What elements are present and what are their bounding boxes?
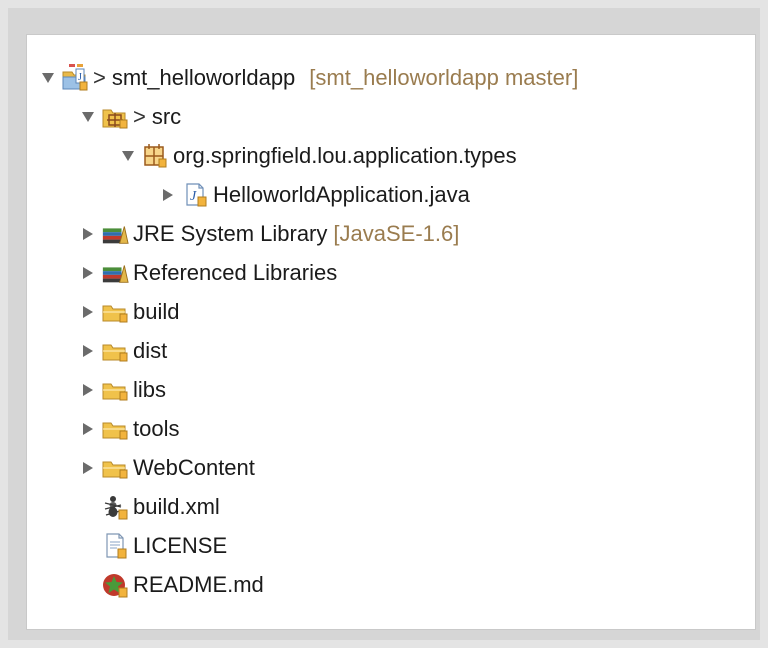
java-file-icon: J [181,182,209,208]
folder-name: libs [133,377,167,402]
chevron-right-icon[interactable] [159,186,177,204]
git-dirty-prefix: > [93,65,106,90]
chevron-right-icon[interactable] [79,420,97,438]
chevron-down-icon[interactable] [79,108,97,126]
folder-icon [101,455,129,481]
chevron-right-icon[interactable] [79,264,97,282]
library-icon [101,260,129,286]
tree-item-package[interactable]: org.springfield.lou.application.types [119,139,517,173]
text-file-icon [101,533,129,559]
java-file-name: HelloworldApplication.java [213,182,470,207]
folder-icon [101,338,129,364]
jre-label: JRE System Library [133,221,328,246]
folder-icon [101,299,129,325]
chevron-down-icon[interactable] [39,69,57,87]
folder-icon [101,416,129,442]
folder-name: dist [133,338,168,363]
jre-version-decoration: [JavaSE-1.6] [333,221,460,246]
tree-item-java-file[interactable]: J HelloworldApplication.java [159,178,470,212]
tree-item-file-license[interactable]: LICENSE [79,529,227,563]
tree-item-folder-tools[interactable]: tools [79,412,179,446]
library-icon [101,221,129,247]
svg-text:J: J [78,72,82,83]
tree-item-folder-build[interactable]: build [79,295,179,329]
referenced-libraries-label: Referenced Libraries [133,260,338,285]
file-name: README.md [133,572,264,597]
folder-icon [101,377,129,403]
project-tree: J > smt_helloworldapp [smt_helloworldapp… [27,35,755,629]
file-name: LICENSE [133,533,228,558]
package-name: org.springfield.lou.application.types [173,143,517,168]
folder-name: tools [133,416,180,441]
tree-item-folder-dist[interactable]: dist [79,334,167,368]
tree-item-folder-libs[interactable]: libs [79,373,166,407]
tree-item-folder-webcontent[interactable]: WebContent [79,451,255,485]
folder-name: WebContent [133,455,255,480]
tree-item-file-readme[interactable]: README.md [79,568,264,602]
folder-name: build [133,299,180,324]
java-project-icon: J [61,64,89,91]
git-dirty-prefix: > [133,104,146,129]
package-explorer-panel: J > smt_helloworldapp [smt_helloworldapp… [26,34,756,630]
markdown-file-icon [101,572,129,598]
tree-item-src[interactable]: > src [79,100,181,134]
window-frame: J > smt_helloworldapp [smt_helloworldapp… [8,8,760,640]
chevron-right-icon[interactable] [79,303,97,321]
ant-build-file-icon [101,494,129,520]
chevron-right-icon[interactable] [79,459,97,477]
tree-item-project[interactable]: J > smt_helloworldapp [smt_helloworldapp… [39,61,578,95]
file-name: build.xml [133,494,220,519]
project-repo-decoration: [smt_helloworldapp master] [309,65,579,90]
src-label: src [151,104,182,129]
package-icon [141,143,169,169]
chevron-down-icon[interactable] [119,147,137,165]
tree-item-referenced-libraries[interactable]: Referenced Libraries [79,256,337,290]
tree-item-file-build-xml[interactable]: build.xml [79,490,220,524]
source-folder-icon [101,104,129,130]
chevron-right-icon[interactable] [79,381,97,399]
project-name: smt_helloworldapp [111,65,296,90]
chevron-right-icon[interactable] [79,342,97,360]
tree-item-jre[interactable]: JRE System Library [JavaSE-1.6] [79,217,459,251]
svg-text:J: J [190,189,197,204]
chevron-right-icon[interactable] [79,225,97,243]
